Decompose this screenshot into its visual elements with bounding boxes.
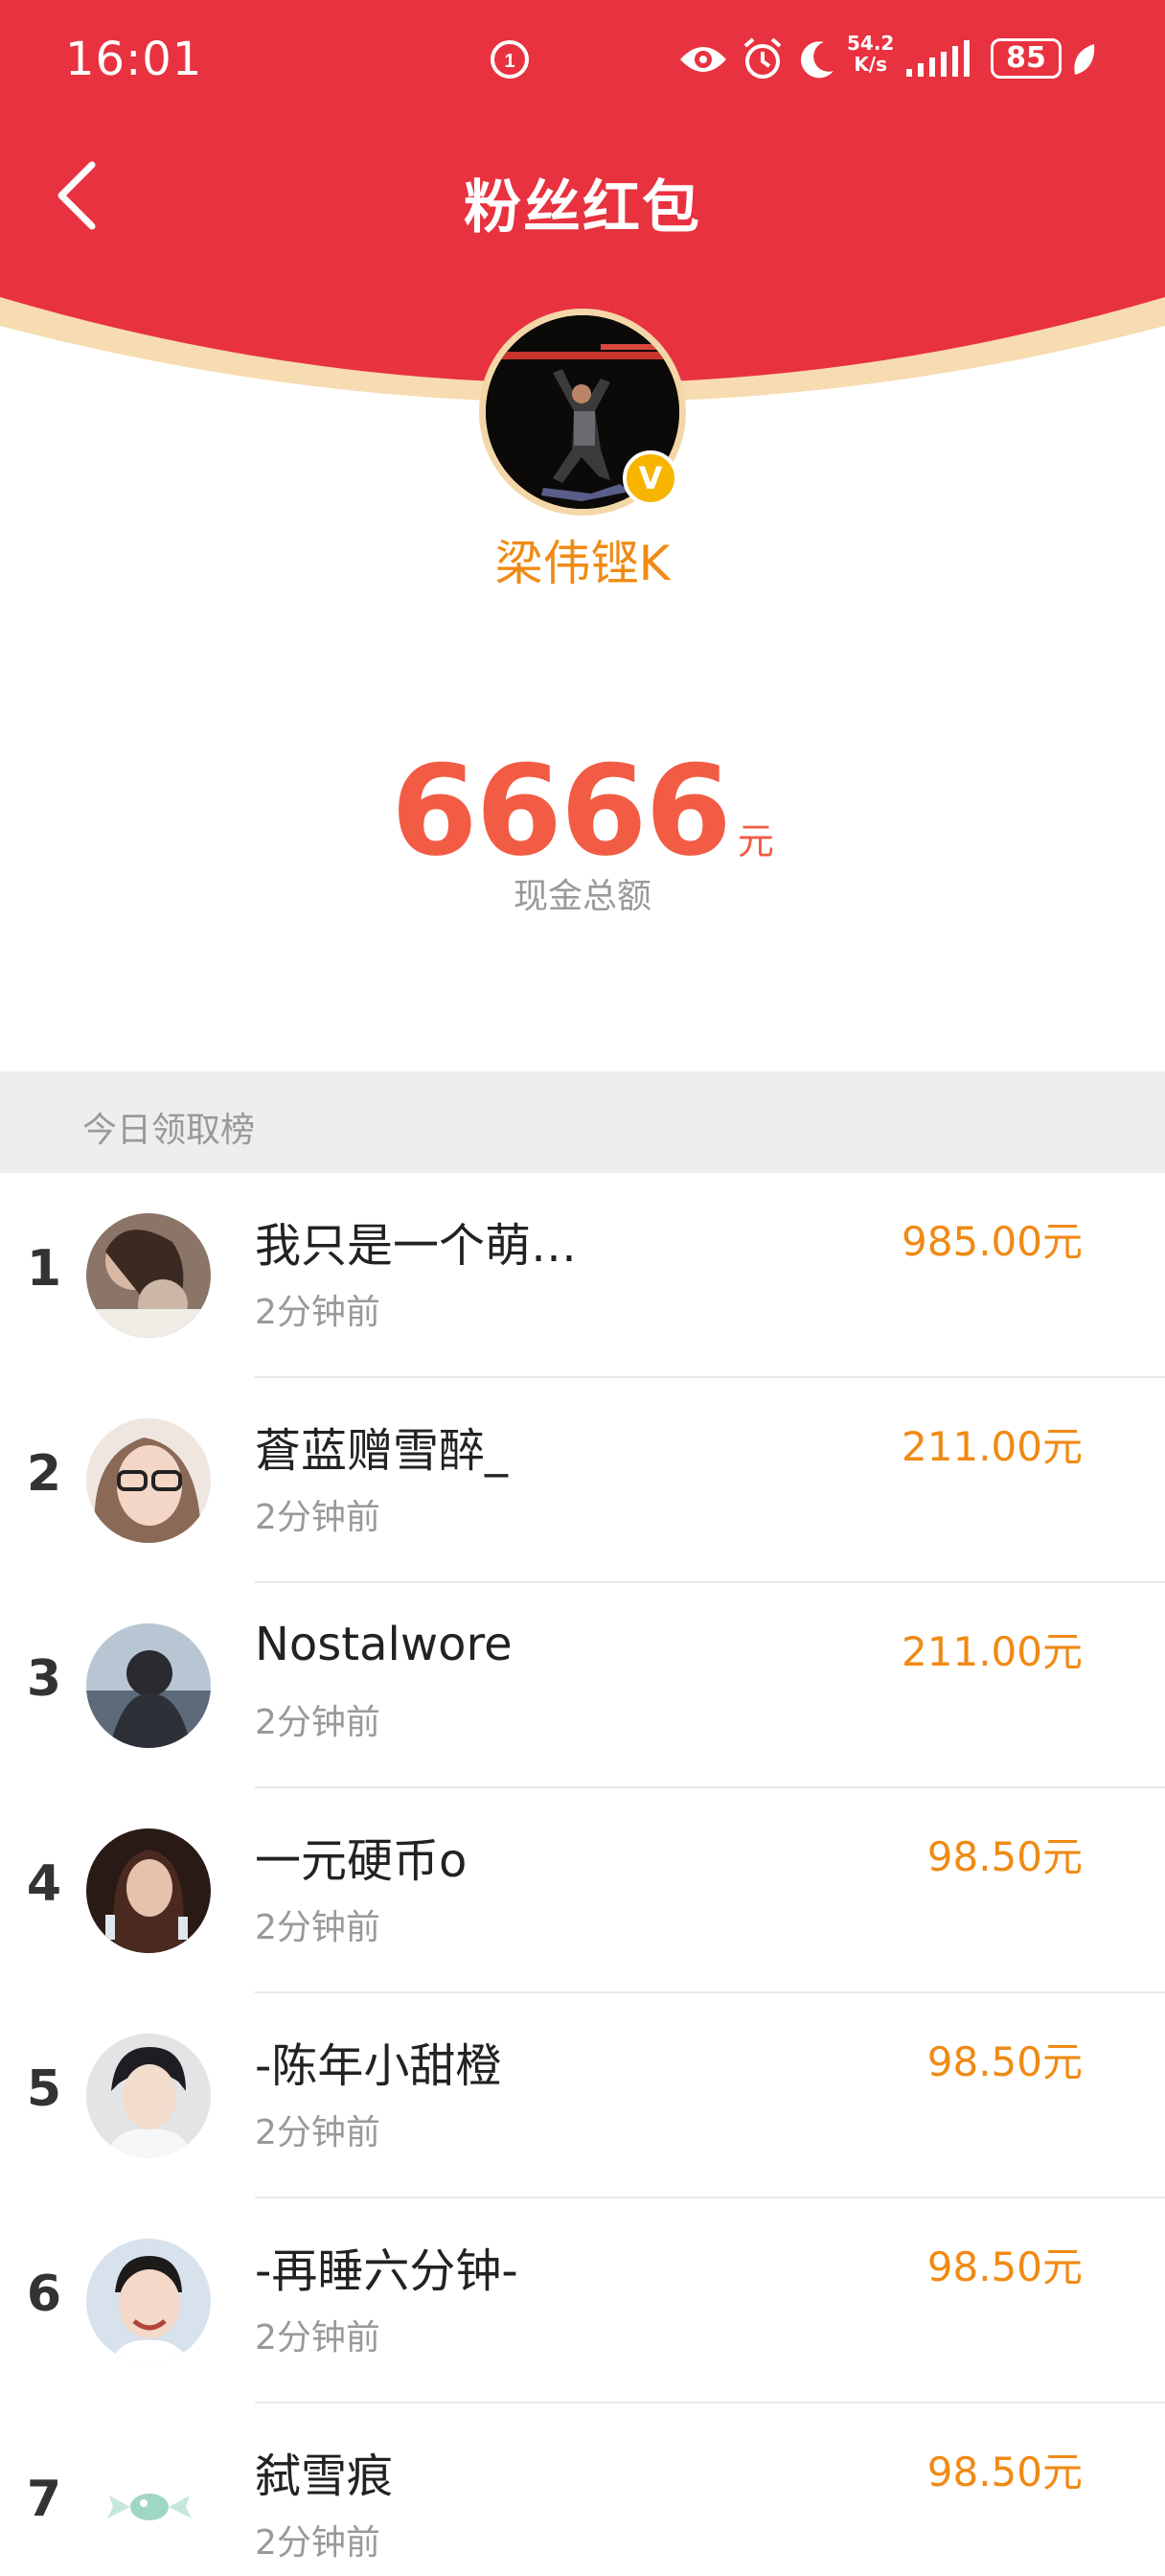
- claim-amount: 98.50元: [926, 2243, 1083, 2290]
- list-item[interactable]: 5 -陈年小甜橙 2分钟前 98.50元: [0, 1993, 1165, 2198]
- list-item[interactable]: 4 一元硬币o 2分钟前 98.50元: [0, 1788, 1165, 1993]
- signal-icon: [906, 40, 970, 77]
- total-amount-value: 6666: [391, 738, 732, 884]
- list-item[interactable]: 7 弑雪痕 2分钟前 98.50元: [0, 2404, 1165, 2576]
- rank-number: 7: [26, 2471, 62, 2528]
- battery-icon: 85: [991, 38, 1062, 79]
- eye-icon: [680, 47, 726, 72]
- claim-amount: 98.50元: [926, 1833, 1083, 1880]
- claim-amount: 211.00元: [902, 1628, 1083, 1675]
- total-amount-unit: 元: [737, 820, 774, 862]
- status-bar: 16:01 1 54.2 K/s 85: [0, 0, 1165, 115]
- claim-time: 2分钟前: [255, 2523, 380, 2563]
- total-amount: 6666 元: [0, 738, 1165, 884]
- user-nickname: 一元硬币o: [255, 1834, 468, 1888]
- avatar[interactable]: [86, 2444, 211, 2568]
- page-title: 粉丝红包: [464, 174, 701, 242]
- total-amount-label: 现金总额: [513, 877, 651, 916]
- avatar[interactable]: [86, 1418, 211, 1543]
- user-nickname: 我只是一个萌…: [255, 1219, 578, 1273]
- avatar[interactable]: [86, 1623, 211, 1748]
- list-item[interactable]: 6 -再睡六分钟- 2分钟前 98.50元: [0, 2198, 1165, 2404]
- alarm-icon: [743, 37, 782, 79]
- claim-time: 2分钟前: [255, 1908, 380, 1947]
- claim-amount: 98.50元: [926, 2449, 1083, 2496]
- user-nickname: 蒼蓝赠雪醉_: [255, 1424, 509, 1478]
- network-speed: 54.2 K/s: [847, 33, 894, 75]
- user-nickname: -陈年小甜橙: [255, 2039, 502, 2093]
- avatar[interactable]: [86, 1828, 211, 1953]
- claim-time: 2分钟前: [255, 1703, 380, 1742]
- claim-amount: 98.50元: [926, 2038, 1083, 2085]
- user-nickname: Nostalwore: [255, 1618, 513, 1671]
- rank-number: 6: [26, 2266, 62, 2323]
- claim-amount: 985.00元: [902, 1218, 1083, 1265]
- avatar[interactable]: [86, 2239, 211, 2363]
- profile-name: 梁伟铿K: [494, 536, 671, 591]
- list-item[interactable]: 2 蒼蓝赠雪醉_ 2分钟前 211.00元: [0, 1378, 1165, 1583]
- avatar[interactable]: [86, 1213, 211, 1338]
- list-item[interactable]: 3 Nostalwore 2分钟前 211.00元: [0, 1583, 1165, 1788]
- rank-number: 5: [26, 2060, 62, 2118]
- app-notification-icon: 1: [491, 40, 529, 79]
- avatar[interactable]: [86, 2034, 211, 2158]
- svg-text:1: 1: [504, 51, 514, 72]
- claim-amount: 211.00元: [902, 1423, 1083, 1470]
- user-nickname: -再睡六分钟-: [255, 2244, 518, 2298]
- network-speed-value: 54.2: [847, 32, 895, 55]
- leaderboard-header: 今日领取榜: [0, 1071, 1165, 1173]
- claim-time: 2分钟前: [255, 2318, 380, 2358]
- rank-number: 3: [26, 1650, 62, 1708]
- status-time: 16:01: [65, 33, 203, 86]
- rank-number: 1: [26, 1240, 62, 1298]
- moon-icon: [801, 41, 834, 79]
- leaf-icon: [1074, 44, 1095, 75]
- leaderboard-list: 1 我只是一个萌… 2分钟前 985.00元 2 蒼蓝赠雪醉_ 2分钟前 211…: [0, 1173, 1165, 2576]
- user-nickname: 弑雪痕: [255, 2450, 394, 2503]
- list-item[interactable]: 1 我只是一个萌… 2分钟前 985.00元: [0, 1173, 1165, 1378]
- network-speed-unit: K/s: [854, 53, 888, 76]
- leaderboard-title: 今日领取榜: [82, 1111, 256, 1150]
- rank-number: 4: [26, 1855, 62, 1913]
- rank-number: 2: [26, 1445, 62, 1503]
- claim-time: 2分钟前: [255, 2113, 380, 2152]
- verified-badge: V: [623, 450, 678, 506]
- claim-time: 2分钟前: [255, 1293, 380, 1332]
- claim-time: 2分钟前: [255, 1498, 380, 1537]
